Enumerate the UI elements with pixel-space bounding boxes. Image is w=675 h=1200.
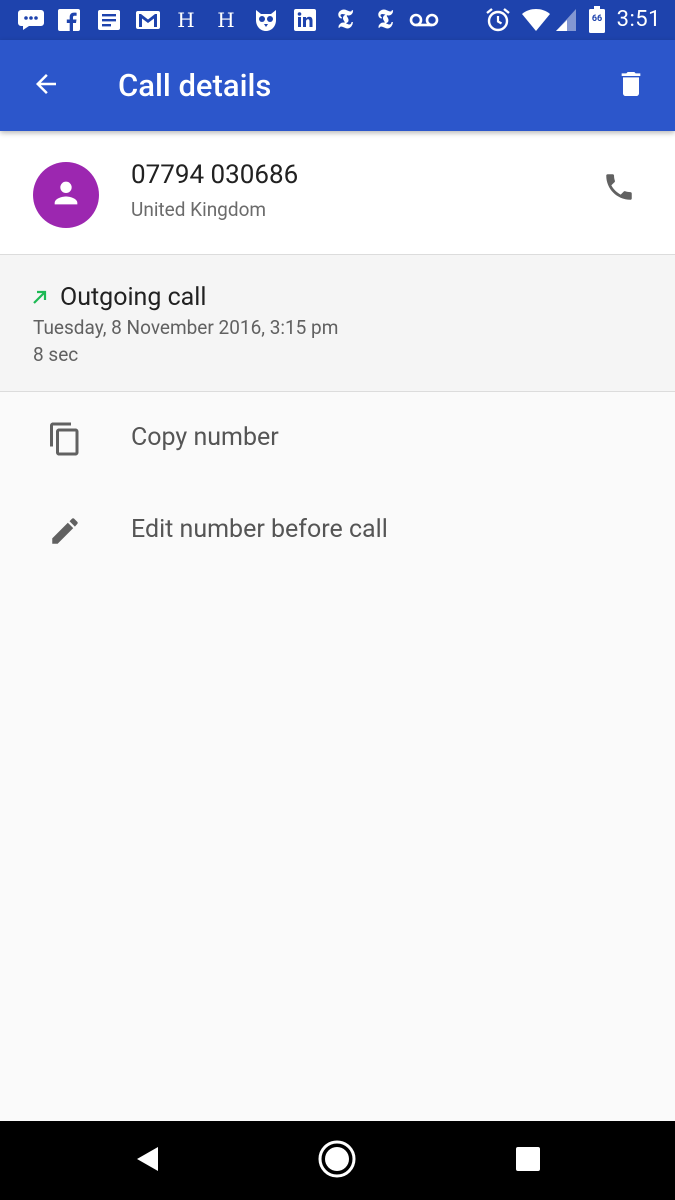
status-time: 3:51 bbox=[616, 7, 661, 32]
signal-icon bbox=[554, 7, 578, 33]
copy-number-action[interactable]: Copy number bbox=[0, 394, 675, 484]
battery-icon: 66 bbox=[586, 6, 608, 33]
person-icon bbox=[49, 176, 83, 214]
copy-icon bbox=[44, 418, 86, 460]
gmail-icon bbox=[134, 7, 162, 33]
copy-number-label: Copy number bbox=[131, 423, 279, 452]
messages-icon bbox=[16, 7, 46, 33]
arrow-back-icon bbox=[31, 69, 61, 103]
wifi-icon bbox=[520, 7, 552, 33]
app-bar: Call details bbox=[0, 40, 675, 131]
contact-number: 07794 030686 bbox=[131, 160, 299, 190]
call-type: Outgoing call bbox=[60, 283, 207, 312]
voicemail-icon bbox=[408, 7, 440, 33]
h-icon: H bbox=[177, 8, 195, 32]
status-bar: H H 𝕿 𝕿 66 3:51 bbox=[0, 0, 675, 40]
contact-header: 07794 030686 United Kingdom bbox=[0, 131, 675, 255]
recents-nav-button[interactable] bbox=[506, 1139, 550, 1183]
edit-number-action[interactable]: Edit number before call bbox=[0, 486, 675, 576]
linkedin-icon bbox=[292, 7, 318, 33]
call-datetime: Tuesday, 8 November 2016, 3:15 pm bbox=[33, 316, 339, 339]
page-title: Call details bbox=[118, 67, 272, 104]
back-nav-icon bbox=[134, 1145, 162, 1177]
alarm-icon bbox=[484, 7, 512, 33]
contact-location: United Kingdom bbox=[131, 198, 267, 221]
nytimes-icon: 𝕿 bbox=[337, 4, 353, 35]
call-info: Outgoing call Tuesday, 8 November 2016, … bbox=[0, 255, 675, 392]
nytimes-icon: 𝕿 bbox=[377, 4, 393, 35]
navigation-bar bbox=[0, 1121, 675, 1200]
avatar[interactable] bbox=[33, 162, 99, 228]
call-button[interactable] bbox=[593, 163, 645, 215]
outgoing-arrow-icon bbox=[31, 288, 49, 306]
delete-button[interactable] bbox=[607, 62, 655, 110]
delete-icon bbox=[615, 68, 647, 104]
news-icon bbox=[96, 7, 122, 33]
recents-nav-icon bbox=[514, 1145, 542, 1177]
back-nav-button[interactable] bbox=[126, 1139, 170, 1183]
battery-level: 66 bbox=[591, 14, 603, 24]
home-nav-button[interactable] bbox=[315, 1139, 359, 1183]
owl-icon bbox=[252, 7, 280, 33]
phone-icon bbox=[602, 170, 636, 208]
facebook-icon bbox=[56, 7, 82, 33]
back-button[interactable] bbox=[22, 62, 70, 110]
h-icon: H bbox=[217, 8, 235, 32]
home-nav-icon bbox=[317, 1139, 357, 1183]
edit-icon bbox=[44, 510, 86, 552]
call-duration: 8 sec bbox=[33, 343, 79, 366]
edit-number-label: Edit number before call bbox=[131, 515, 388, 544]
